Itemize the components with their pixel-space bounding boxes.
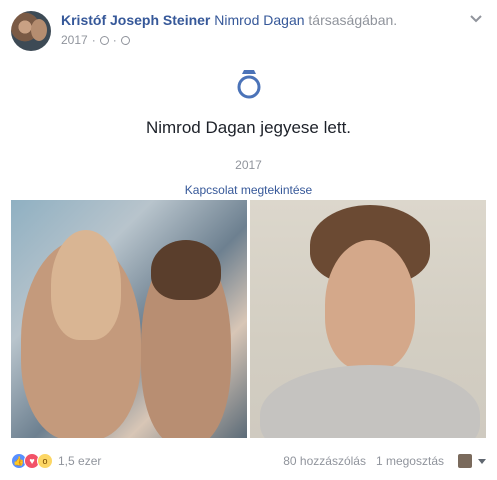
comments-count-link[interactable]: 80 hozzászólás bbox=[283, 454, 366, 468]
post-stats: 80 hozzászólás 1 megosztás bbox=[283, 454, 444, 468]
photo-portrait[interactable] bbox=[250, 200, 486, 438]
tagged-person-link[interactable]: Nimrod Dagan bbox=[214, 12, 304, 28]
photo-couple[interactable] bbox=[11, 200, 247, 438]
meta-separator: · bbox=[91, 33, 96, 47]
caret-down-icon[interactable] bbox=[478, 458, 486, 464]
globe-icon[interactable] bbox=[120, 35, 130, 45]
author-name-link[interactable]: Kristóf Joseph Steiner bbox=[61, 12, 210, 28]
shares-count-link[interactable]: 1 megosztás bbox=[376, 454, 444, 468]
post-year[interactable]: 2017 bbox=[61, 33, 88, 47]
wow-icon: o bbox=[37, 453, 53, 469]
author-avatar[interactable] bbox=[11, 11, 51, 51]
photo-grid bbox=[11, 200, 486, 438]
post-meta: 2017 · · bbox=[61, 33, 130, 47]
life-event: Nimrod Dagan jegyese lett. 2017 Kapcsola… bbox=[0, 68, 497, 199]
ring-icon bbox=[237, 70, 260, 99]
post-footer: 👍 ♥ o 1,5 ezer 80 hozzászólás 1 megosztá… bbox=[11, 450, 486, 472]
reaction-count: 1,5 ezer bbox=[58, 454, 102, 468]
post-header: Kristóf Joseph Steiner Nimrod Dagan társ… bbox=[0, 0, 497, 56]
reactions-summary[interactable]: 👍 ♥ o 1,5 ezer bbox=[11, 453, 101, 469]
event-year: 2017 bbox=[235, 158, 262, 172]
clock-icon bbox=[99, 35, 109, 45]
chevron-down-icon[interactable] bbox=[469, 12, 483, 24]
meta-separator-2: · bbox=[112, 33, 117, 47]
post-author-line: Kristóf Joseph Steiner Nimrod Dagan társ… bbox=[61, 12, 397, 28]
view-relationship-link[interactable]: Kapcsolat megtekintése bbox=[185, 183, 312, 197]
event-title: Nimrod Dagan jegyese lett. bbox=[145, 118, 352, 137]
viewer-avatar[interactable] bbox=[458, 454, 472, 468]
tag-suffix-text: társaságában. bbox=[308, 12, 398, 28]
